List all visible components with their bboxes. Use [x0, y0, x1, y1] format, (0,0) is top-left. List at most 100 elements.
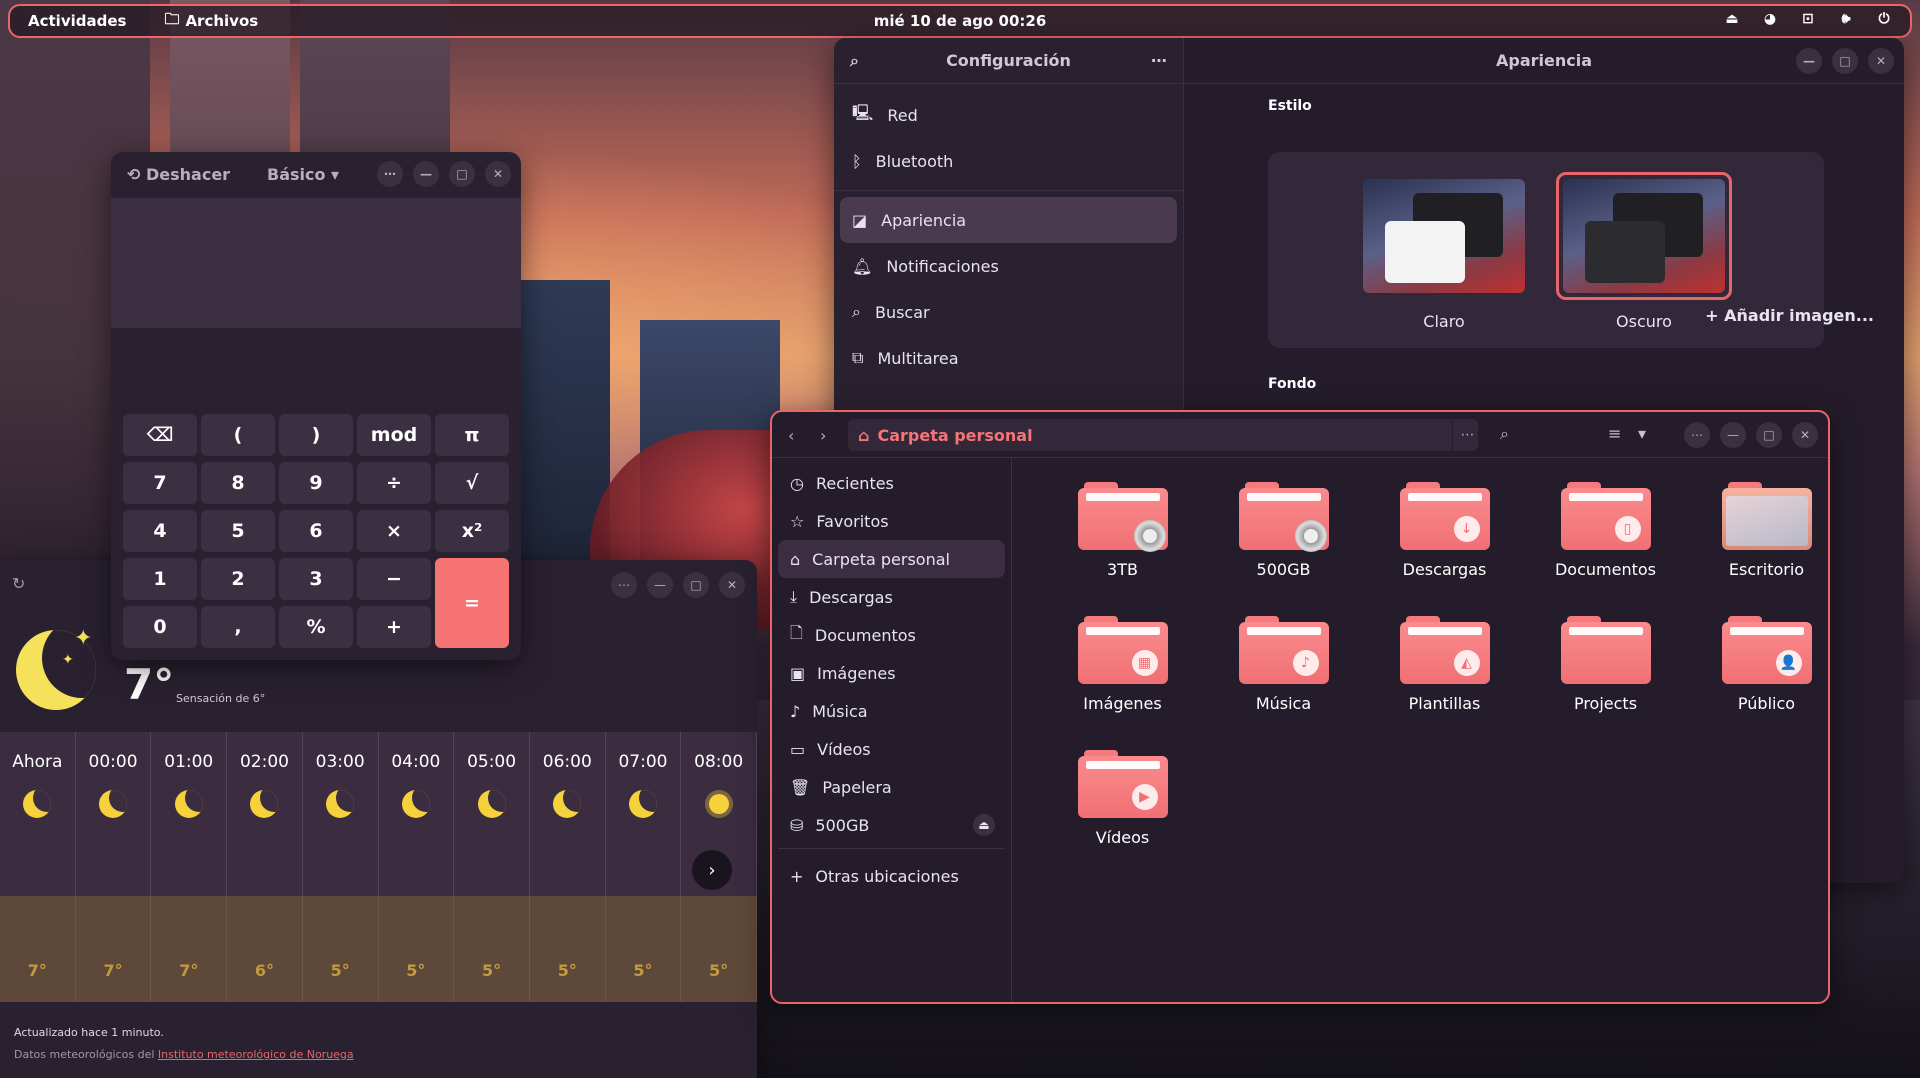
- sidebar-item-multitarea[interactable]: ⧉ Multitarea: [840, 335, 1177, 381]
- sidebar-item-música[interactable]: ♪ Música: [778, 692, 1005, 730]
- next-button[interactable]: ›: [692, 850, 732, 890]
- calculator-key[interactable]: 9: [279, 462, 353, 504]
- maximize-button[interactable]: □: [1756, 422, 1782, 448]
- forward-button[interactable]: ›: [820, 426, 826, 445]
- app-menu[interactable]: 🗀 Archivos: [164, 9, 258, 34]
- calculator-key[interactable]: ÷: [357, 462, 431, 504]
- extension-icon[interactable]: ◕: [1760, 11, 1780, 27]
- calculator-key[interactable]: 1: [123, 558, 197, 600]
- calculator-key[interactable]: +: [357, 606, 431, 648]
- search-icon[interactable]: ⌕: [850, 51, 859, 71]
- calculator-key[interactable]: (: [201, 414, 275, 456]
- minimize-button[interactable]: —: [1720, 422, 1746, 448]
- calculator-key[interactable]: 7: [123, 462, 197, 504]
- network-icon[interactable]: ⊡: [1798, 11, 1818, 27]
- sidebar-item-papelera[interactable]: 🗑 Papelera: [778, 768, 1005, 806]
- folder-icon: [1560, 616, 1651, 684]
- sidebar-item-red[interactable]: 🖳 Red: [840, 92, 1177, 138]
- undo-button[interactable]: ⟲ Deshacer: [127, 165, 230, 184]
- calculator-key[interactable]: x²: [435, 510, 509, 552]
- sidebar-item-vídeos[interactable]: ▭ Vídeos: [778, 730, 1005, 768]
- folder-item[interactable]: ↓ Descargas: [1364, 482, 1525, 616]
- clock[interactable]: mié 10 de ago 00:26: [10, 12, 1910, 30]
- path-bar[interactable]: ⌂ Carpeta personal: [848, 419, 1478, 451]
- eject-icon[interactable]: ⏏: [1722, 11, 1742, 27]
- sidebar-item-recientes[interactable]: ◷ Recientes: [778, 464, 1005, 502]
- folder-item[interactable]: ◭ Plantillas: [1364, 616, 1525, 750]
- maximize-button[interactable]: □: [1832, 48, 1858, 74]
- refresh-icon[interactable]: ↻: [12, 574, 25, 593]
- calculator-key[interactable]: =: [435, 558, 509, 648]
- activities-button[interactable]: Actividades: [28, 12, 126, 30]
- sidebar-item-label: Notificaciones: [886, 256, 999, 276]
- calculator-key[interactable]: 2: [201, 558, 275, 600]
- menu-icon[interactable]: ⋯: [1151, 51, 1167, 70]
- forecast-time: 01:00: [164, 752, 214, 772]
- search-button[interactable]: ⌕: [1500, 424, 1509, 444]
- folder-item[interactable]: Projects: [1525, 616, 1686, 750]
- calculator-key[interactable]: 8: [201, 462, 275, 504]
- calculator-display[interactable]: [111, 198, 521, 328]
- back-button[interactable]: ‹: [788, 426, 794, 445]
- add-image-button[interactable]: + Añadir imagen...: [1705, 306, 1874, 325]
- folder-item[interactable]: ▶ Vídeos: [1042, 750, 1203, 884]
- maximize-button[interactable]: □: [449, 161, 475, 187]
- calculator-key[interactable]: ×: [357, 510, 431, 552]
- calculator-key[interactable]: 6: [279, 510, 353, 552]
- folder-item[interactable]: 👤 Público: [1686, 616, 1828, 750]
- sidebar-item-bluetooth[interactable]: ᛒ Bluetooth: [840, 138, 1177, 184]
- view-list-button[interactable]: ≡: [1608, 424, 1621, 443]
- calculator-key[interactable]: ⌫: [123, 414, 197, 456]
- system-tray[interactable]: ⏏ ◕ ⊡ 🕪 ⏻: [1722, 11, 1894, 27]
- close-button[interactable]: ✕: [1792, 422, 1818, 448]
- sidebar-item-buscar[interactable]: ⌕ Buscar: [840, 289, 1177, 335]
- path-menu-button[interactable]: ⋯: [1452, 419, 1482, 451]
- calculator-key[interactable]: mod: [357, 414, 431, 456]
- minimize-button[interactable]: —: [647, 572, 673, 598]
- sidebar-item-favoritos[interactable]: ☆ Favoritos: [778, 502, 1005, 540]
- sidebar-item-descargas[interactable]: ⤓ Descargas: [778, 578, 1005, 616]
- calculator-key[interactable]: −: [357, 558, 431, 600]
- calculator-key[interactable]: ,: [201, 606, 275, 648]
- folder-item[interactable]: 500GB: [1203, 482, 1364, 616]
- sidebar-item-apariencia[interactable]: ◪ Apariencia: [840, 197, 1177, 243]
- window-controls: ⋯ — □ ✕: [377, 161, 511, 187]
- menu-button[interactable]: ⋯: [377, 161, 403, 187]
- close-button[interactable]: ✕: [485, 161, 511, 187]
- calculator-key[interactable]: %: [279, 606, 353, 648]
- eject-icon[interactable]: ⏏: [973, 814, 995, 836]
- sidebar-item-carpeta-personal[interactable]: ⌂ Carpeta personal: [778, 540, 1005, 578]
- calculator-key[interactable]: π: [435, 414, 509, 456]
- folder-label: Escritorio: [1728, 560, 1805, 579]
- calculator-key[interactable]: 3: [279, 558, 353, 600]
- mode-selector[interactable]: Básico ▾: [267, 165, 339, 184]
- sidebar-item-notificaciones[interactable]: 🔔︎ Notificaciones: [840, 243, 1177, 289]
- calculator-key[interactable]: 4: [123, 510, 197, 552]
- menu-button[interactable]: ⋯: [1684, 422, 1710, 448]
- sidebar-item-500gb[interactable]: ⛁ 500GB ⏏: [778, 806, 1005, 844]
- sidebar-item-documentos[interactable]: 🗋 Documentos: [778, 616, 1005, 654]
- folder-item[interactable]: ▦ Imágenes: [1042, 616, 1203, 750]
- sidebar-item-label: Otras ubicaciones: [815, 866, 959, 886]
- calculator-key[interactable]: 5: [201, 510, 275, 552]
- volume-icon[interactable]: 🕪: [1836, 11, 1856, 27]
- folder-item[interactable]: ♪ Música: [1203, 616, 1364, 750]
- folder-item[interactable]: 3TB: [1042, 482, 1203, 616]
- folder-item[interactable]: Escritorio: [1686, 482, 1828, 616]
- sidebar-item-imágenes[interactable]: ▣ Imágenes: [778, 654, 1005, 692]
- view-options-button[interactable]: ▾: [1638, 424, 1646, 443]
- close-button[interactable]: ✕: [1868, 48, 1894, 74]
- style-option-light[interactable]: Claro: [1356, 172, 1532, 331]
- minimize-button[interactable]: —: [1796, 48, 1822, 74]
- folder-item[interactable]: ▯ Documentos: [1525, 482, 1686, 616]
- calculator-key[interactable]: 0: [123, 606, 197, 648]
- minimize-button[interactable]: —: [413, 161, 439, 187]
- menu-button[interactable]: ⋯: [611, 572, 637, 598]
- close-button[interactable]: ✕: [719, 572, 745, 598]
- calculator-key[interactable]: √: [435, 462, 509, 504]
- credit-link[interactable]: Instituto meteorológico de Noruega: [158, 1048, 354, 1061]
- calculator-key[interactable]: ): [279, 414, 353, 456]
- maximize-button[interactable]: □: [683, 572, 709, 598]
- sidebar-item-other-locations[interactable]: + Otras ubicaciones: [778, 857, 1005, 895]
- power-icon[interactable]: ⏻: [1874, 11, 1894, 27]
